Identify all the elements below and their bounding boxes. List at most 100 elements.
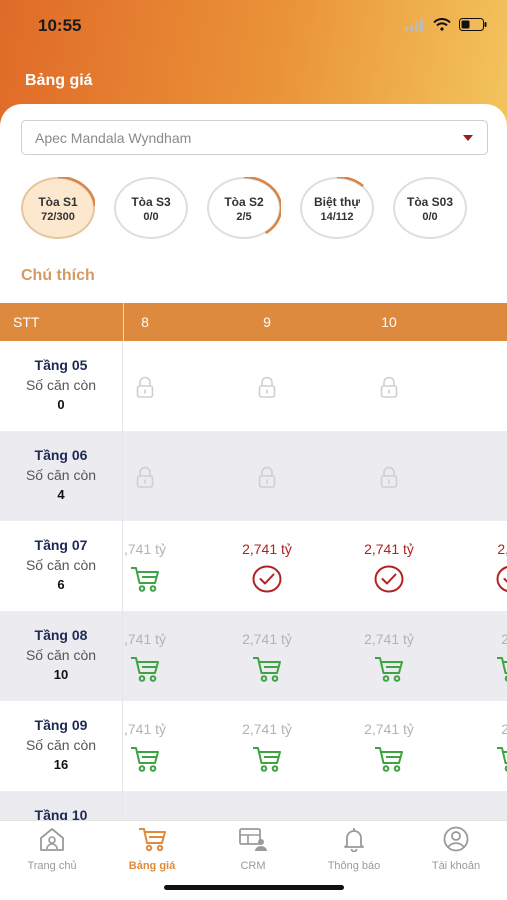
tab-bell[interactable]: Thông báo (304, 826, 404, 872)
unit-price: ,741 tỷ (123, 631, 167, 647)
progress-arc (336, 177, 365, 188)
tower-chip[interactable]: Tòa S1 72/300 (21, 177, 95, 239)
tower-chip[interactable]: Biệt thự 14/112 (300, 177, 374, 239)
unit-price: ,741 tỷ (123, 721, 167, 737)
table-row: Tầng 07 Số căn còn 6,741 tỷ 2,741 tỷ 2,741 t… (0, 521, 507, 611)
unit-cell[interactable]: 2,741 tỷ (206, 701, 328, 791)
table-row: Tầng 05 Số căn còn 0 (0, 341, 507, 431)
cart-icon[interactable] (129, 655, 161, 688)
unit-cell[interactable]: 2,7 (450, 701, 507, 791)
lock-icon (135, 376, 155, 403)
cart-icon[interactable] (373, 655, 405, 688)
lock-icon (379, 466, 399, 493)
tower-list: Tòa S1 72/300 Tòa S3 0/0 Tòa S2 2/5 Biệt thự… (21, 177, 467, 239)
cart-icon[interactable] (373, 745, 405, 778)
lock-icon (135, 466, 155, 493)
crm-icon (238, 828, 268, 856)
tower-chip[interactable]: Tòa S3 0/0 (114, 177, 188, 239)
header-divider (123, 303, 124, 341)
cart-icon[interactable] (251, 745, 283, 778)
user-icon (442, 826, 470, 856)
unit-cell[interactable]: ,741 tỷ (84, 701, 206, 791)
cart-icon (137, 828, 167, 856)
unit-price: 2,741 tỷ (242, 721, 292, 737)
project-select-value: Apec Mandala Wyndham (35, 130, 192, 146)
cart-icon[interactable] (129, 745, 161, 778)
unit-cell (450, 341, 507, 431)
unit-cell (206, 341, 328, 431)
tab-home[interactable]: Trang chủ (2, 826, 102, 872)
unit-cell (206, 431, 328, 521)
content-sheet: Apec Mandala Wyndham Tòa S1 72/300 Tòa S3 0… (0, 104, 507, 900)
tower-name: Tòa S03 (406, 195, 454, 209)
tab-label: CRM (240, 860, 266, 872)
progress-arc (243, 177, 281, 235)
column-header: 9 (263, 314, 271, 330)
lock-icon (257, 466, 277, 493)
progress-arc (57, 177, 95, 207)
check-circle-icon[interactable] (374, 565, 404, 598)
unit-cell[interactable]: 2,741 tỷ (206, 521, 328, 611)
tower-count: 0/0 (143, 211, 159, 223)
check-circle-icon[interactable] (496, 565, 507, 598)
battery-icon (459, 18, 487, 31)
unit-price: 2,74 (497, 541, 507, 557)
column-header: 8 (141, 314, 149, 330)
unit-price: 2,741 tỷ (242, 631, 292, 647)
stt-header: STT (13, 314, 40, 330)
tower-count: 0/0 (422, 211, 438, 223)
lock-icon (257, 376, 277, 403)
unit-cell[interactable]: 2,741 tỷ (328, 701, 450, 791)
cart-icon[interactable] (495, 745, 507, 778)
unit-cell[interactable]: 2,7 (450, 611, 507, 701)
wifi-icon (433, 18, 451, 31)
home-indicator (164, 885, 344, 890)
unit-price: 2,741 tỷ (364, 631, 414, 647)
status-time: 10:55 (38, 16, 82, 35)
cart-icon[interactable] (495, 655, 507, 688)
unit-price: 2,741 tỷ (364, 541, 414, 557)
bell-icon (340, 828, 368, 856)
project-select[interactable]: Apec Mandala Wyndham (21, 120, 488, 155)
home-icon (38, 828, 66, 856)
unit-price: 2,7 (501, 721, 507, 737)
cart-icon[interactable] (251, 655, 283, 688)
tower-chip[interactable]: Tòa S2 2/5 (207, 177, 281, 239)
tab-user[interactable]: Tài khoản (406, 826, 506, 872)
unit-cell[interactable]: 2,741 tỷ (206, 611, 328, 701)
table-row: Tầng 08 Số căn còn 10,741 tỷ 2,741 tỷ 2,741 … (0, 611, 507, 701)
chevron-down-icon (463, 135, 473, 141)
unit-price: ,741 tỷ (123, 541, 167, 557)
unit-cell (84, 431, 206, 521)
price-grid: STT 89101 Tầng 05Số căn còn0Tầng 06Số că… (0, 303, 507, 881)
unit-cell (84, 341, 206, 431)
tab-crm[interactable]: CRM (203, 826, 303, 872)
table-row: Tầng 06 Số căn còn 4 (0, 431, 507, 521)
grid-header: STT 89101 (0, 303, 507, 341)
unit-cell[interactable]: 2,741 tỷ (328, 611, 450, 701)
page-title: Bảng giá (25, 72, 93, 89)
tab-label: Trang chủ (27, 860, 77, 872)
unit-cell (450, 431, 507, 521)
unit-cell[interactable]: ,741 tỷ (84, 521, 206, 611)
unit-cell (328, 341, 450, 431)
signal-icon (405, 18, 423, 31)
unit-price: 2,741 tỷ (242, 541, 292, 557)
unit-cell[interactable]: 2,74 (450, 521, 507, 611)
unit-price: 2,741 tỷ (364, 721, 414, 737)
legend-link[interactable]: Chú thích (21, 267, 95, 285)
unit-price: 2,7 (501, 631, 507, 647)
unit-cell[interactable]: ,741 tỷ (84, 611, 206, 701)
tab-label: Bảng giá (128, 860, 176, 872)
tower-chip[interactable]: Tòa S03 0/0 (393, 177, 467, 239)
cart-icon[interactable] (129, 565, 161, 598)
column-header: 10 (381, 314, 397, 330)
tab-cart[interactable]: Bảng giá (102, 826, 202, 872)
unit-cell[interactable]: 2,741 tỷ (328, 521, 450, 611)
check-circle-icon[interactable] (252, 565, 282, 598)
unit-cell (328, 431, 450, 521)
table-row: Tầng 09 Số căn còn 16,741 tỷ 2,741 tỷ 2,741 … (0, 701, 507, 791)
tab-label: Thông báo (327, 860, 381, 872)
status-bar: 10:55 (0, 14, 507, 38)
lock-icon (379, 376, 399, 403)
